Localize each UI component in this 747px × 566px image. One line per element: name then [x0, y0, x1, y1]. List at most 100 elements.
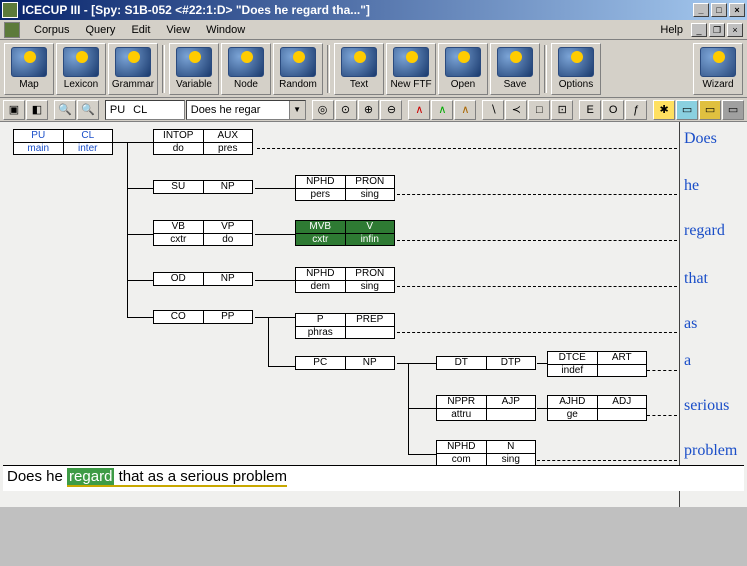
text-combo[interactable]: Does he regar ▼ — [186, 100, 306, 120]
node-nphd-pron-1[interactable]: NPHDPRON perssing — [295, 175, 395, 201]
options-icon — [558, 47, 594, 77]
title-bar: ICECUP III - [Spy: S1B-052 <#22:1:D> "Do… — [0, 0, 747, 20]
and-icon[interactable]: ∧ — [408, 100, 430, 120]
tree2-icon[interactable]: ≺ — [505, 100, 527, 120]
lexicon-button[interactable]: Lexicon — [56, 43, 106, 95]
e-icon[interactable]: E — [579, 100, 601, 120]
word-column: Does he regard that as a serious problem — [679, 122, 747, 507]
word-serious: serious — [684, 397, 729, 415]
options-button[interactable]: Options — [551, 43, 601, 95]
node-pc[interactable]: PCNP — [295, 356, 395, 370]
sentence-display: Does he regard that as a serious problem — [3, 465, 744, 491]
menu-window[interactable]: Window — [198, 22, 253, 38]
mag2-icon[interactable]: ⊙ — [335, 100, 357, 120]
node-su[interactable]: SUNP — [153, 180, 253, 194]
variable-button[interactable]: Variable — [169, 43, 219, 95]
wizard-button[interactable]: Wizard — [693, 43, 743, 95]
sentence-pre: Does he — [7, 468, 67, 485]
open-icon — [445, 47, 481, 77]
word-regard: regard — [684, 222, 725, 240]
text-icon — [341, 47, 377, 77]
close-button[interactable]: × — [729, 3, 745, 17]
sentence-highlight: regard — [67, 468, 114, 487]
menu-corpus[interactable]: Corpus — [26, 22, 77, 38]
maximize-button[interactable]: □ — [711, 3, 727, 17]
node-combo[interactable]: PU CL — [105, 100, 185, 120]
doc-icon — [4, 22, 20, 38]
panel1-icon[interactable]: ▭ — [676, 100, 698, 120]
node-dt[interactable]: DTDTP — [436, 356, 536, 370]
dashsel-icon[interactable]: ▣ — [3, 100, 25, 120]
handle-icon[interactable]: ◧ — [26, 100, 48, 120]
open-button[interactable]: Open — [438, 43, 488, 95]
node-od[interactable]: ODNP — [153, 272, 253, 286]
panel3-icon[interactable]: ▭ — [722, 100, 744, 120]
node-co[interactable]: COPP — [153, 310, 253, 324]
panel2-icon[interactable]: ▭ — [699, 100, 721, 120]
node-p-prep[interactable]: PPREP phras — [295, 313, 395, 339]
node-button[interactable]: Node — [221, 43, 271, 95]
tree-view[interactable]: Does he regard that as a serious problem — [0, 122, 747, 507]
menu-edit[interactable]: Edit — [123, 22, 158, 38]
mag4-icon[interactable]: ⊖ — [380, 100, 402, 120]
star-icon[interactable]: ✱ — [653, 100, 675, 120]
node-nphd-pron-2[interactable]: NPHDPRON demsing — [295, 267, 395, 293]
tree3-icon[interactable]: □ — [528, 100, 550, 120]
main-toolbar: Map Lexicon Grammar Variable Node Random… — [0, 40, 747, 98]
node-mvb[interactable]: MVBV cxtrinfin — [295, 220, 395, 246]
map-button[interactable]: Map — [4, 43, 54, 95]
node-dtce[interactable]: DTCEART indef — [547, 351, 647, 377]
menu-bar: Corpus Query Edit View Window Help _ ❐ × — [0, 20, 747, 40]
menu-query[interactable]: Query — [77, 22, 123, 38]
grammar-button[interactable]: Grammar — [108, 43, 158, 95]
doc-restore-button[interactable]: ❐ — [709, 23, 725, 37]
node-icon — [228, 47, 264, 77]
fx-icon[interactable]: ƒ — [625, 100, 647, 120]
word-as: as — [684, 315, 697, 333]
word-a: a — [684, 352, 691, 370]
window-buttons: _ □ × — [693, 3, 745, 17]
app-icon — [2, 2, 18, 18]
lexicon-icon — [63, 47, 99, 77]
node-ajhd[interactable]: AJHDADJ ge — [547, 395, 647, 421]
tree4-icon[interactable]: ⊡ — [551, 100, 573, 120]
grammar-icon — [115, 47, 151, 77]
wizard-icon — [700, 47, 736, 77]
tree1-icon[interactable]: ∖ — [482, 100, 504, 120]
sentence-post: that as a serious problem — [114, 468, 287, 487]
save-icon — [497, 47, 533, 77]
save-button[interactable]: Save — [490, 43, 540, 95]
node-nphd-n[interactable]: NPHDN comsing — [436, 440, 536, 466]
o-icon[interactable]: O — [602, 100, 624, 120]
node-nppr[interactable]: NPPRAJP attru — [436, 395, 536, 421]
word-that: that — [684, 270, 708, 288]
mag1-icon[interactable]: ◎ — [312, 100, 334, 120]
newftf-button[interactable]: New FTF — [386, 43, 436, 95]
or-icon[interactable]: ∧ — [431, 100, 453, 120]
secondary-toolbar: ▣ ◧ 🔍 🔍 PU CL Does he regar ▼ ◎ ⊙ ⊕ ⊖ ∧ … — [0, 98, 747, 122]
random-icon — [280, 47, 316, 77]
zoomout-icon[interactable]: 🔍 — [77, 100, 99, 120]
mag3-icon[interactable]: ⊕ — [358, 100, 380, 120]
variable-icon — [176, 47, 212, 77]
node-pu-cl[interactable]: PUCL maininter — [13, 129, 113, 155]
doc-minimize-button[interactable]: _ — [691, 23, 707, 37]
minimize-button[interactable]: _ — [693, 3, 709, 17]
chevron-down-icon[interactable]: ▼ — [289, 101, 305, 119]
doc-window-buttons: _ ❐ × — [691, 23, 743, 37]
menu-view[interactable]: View — [158, 22, 198, 38]
menu-help[interactable]: Help — [652, 22, 691, 38]
window-title: ICECUP III - [Spy: S1B-052 <#22:1:D> "Do… — [22, 3, 693, 17]
map-icon — [11, 47, 47, 77]
text-button[interactable]: Text — [334, 43, 384, 95]
newftf-icon — [393, 47, 429, 77]
word-does: Does — [684, 130, 717, 148]
zoomin-icon[interactable]: 🔍 — [54, 100, 76, 120]
node-intop[interactable]: INTOPAUX dopres — [153, 129, 253, 155]
random-button[interactable]: Random — [273, 43, 323, 95]
word-he: he — [684, 177, 699, 195]
doc-close-button[interactable]: × — [727, 23, 743, 37]
not-icon[interactable]: ∧ — [454, 100, 476, 120]
word-problem: problem — [684, 442, 737, 460]
node-vb[interactable]: VBVP cxtrdo — [153, 220, 253, 246]
